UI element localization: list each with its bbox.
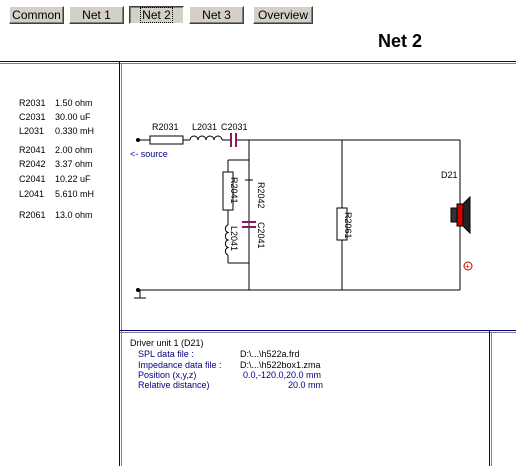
- info-panel-divider-inner: [491, 333, 492, 466]
- position-label: Position (x,y,z): [138, 370, 197, 380]
- label-c2031: C2031: [221, 122, 248, 132]
- component-row: C2041 10.22 uF: [19, 174, 91, 185]
- tab-net-1[interactable]: Net 1: [69, 6, 124, 24]
- label-r2042: R2042: [256, 182, 266, 209]
- component-row: R2041 2.00 ohm: [19, 145, 93, 156]
- spl-file-label: SPL data file :: [138, 349, 194, 359]
- tab-net-2[interactable]: Net 2: [129, 6, 184, 24]
- component-row: L2041 5.610 mH: [19, 189, 94, 200]
- component-value: 30.00 uF: [55, 112, 91, 122]
- component-name: L2031: [19, 126, 45, 136]
- component-name: C2041: [19, 174, 46, 184]
- component-value: 13.0 ohm: [55, 210, 93, 220]
- label-l2031: L2031: [192, 122, 217, 132]
- component-name: R2042: [19, 159, 46, 169]
- component-name: R2031: [19, 98, 46, 108]
- component-row: R2061 13.0 ohm: [19, 210, 93, 221]
- label-d21: D21: [441, 170, 458, 180]
- component-row: C2031 30.00 uF: [19, 112, 91, 123]
- component-name: R2041: [19, 145, 46, 155]
- component-value: 1.50 ohm: [55, 98, 93, 108]
- position-value: 0.0,-120.0,20.0 mm: [243, 370, 322, 380]
- info-panel-divider: [489, 331, 490, 466]
- component-row: L2031 0.330 mH: [19, 126, 94, 137]
- relative-distance-value: 20.0 mm: [288, 380, 324, 390]
- impedance-file-value: D:\...\h522box1.zma: [240, 360, 321, 370]
- impedance-file-label: Impedance data file :: [138, 360, 222, 370]
- tab-net-1-label: Net 1: [82, 8, 111, 22]
- tab-overview[interactable]: Overview: [253, 6, 313, 24]
- driver-header: Driver unit 1 (D21): [130, 338, 204, 348]
- component-value: 5.610 mH: [55, 189, 95, 199]
- label-l2041: L2041: [229, 226, 239, 251]
- bottom-panel-divider: [120, 330, 516, 331]
- input-terminal: [136, 138, 140, 142]
- component-value: 3.37 ohm: [55, 159, 93, 169]
- component-value: 2.00 ohm: [55, 145, 93, 155]
- bottom-panel-divider-inner: [120, 332, 516, 333]
- tab-overview-label: Overview: [257, 8, 308, 22]
- tab-net-3-label: Net 3: [202, 8, 231, 22]
- label-polarity: +: [465, 262, 470, 271]
- inductor-l2041: [224, 224, 230, 256]
- spl-file-value: D:\...\h522a.frd: [240, 349, 300, 359]
- component-name: L2041: [19, 189, 45, 199]
- component-value: 10.22 uF: [55, 174, 91, 184]
- left-panel-divider: [119, 62, 120, 466]
- label-r2061: R2061: [343, 212, 353, 239]
- component-row: R2031 1.50 ohm: [19, 98, 93, 109]
- tab-net-2-label: Net 2: [140, 7, 173, 23]
- label-r2031: R2031: [152, 122, 179, 132]
- component-value: 0.330 mH: [55, 126, 95, 136]
- label-source: <- source: [130, 149, 168, 159]
- ground-terminal: [136, 288, 140, 292]
- resistor-r2031: [149, 135, 184, 145]
- relative-distance-label: Relative distance): [138, 380, 210, 390]
- net-title: Net 2: [378, 31, 423, 51]
- tab-common-label: Common: [12, 8, 61, 22]
- inductor-l2031: [189, 135, 223, 141]
- label-c2041: C2041: [256, 222, 266, 249]
- label-r2041: R2041: [229, 177, 239, 204]
- top-divider: [0, 61, 516, 62]
- component-name: R2061: [19, 210, 46, 220]
- component-row: R2042 3.37 ohm: [19, 159, 93, 170]
- tab-common[interactable]: Common: [9, 6, 64, 24]
- tab-net-3[interactable]: Net 3: [189, 6, 244, 24]
- component-name: C2031: [19, 112, 46, 122]
- crossover-schematic: R2031 L2031 C2031 <- source R2041 R2042 …: [130, 122, 473, 299]
